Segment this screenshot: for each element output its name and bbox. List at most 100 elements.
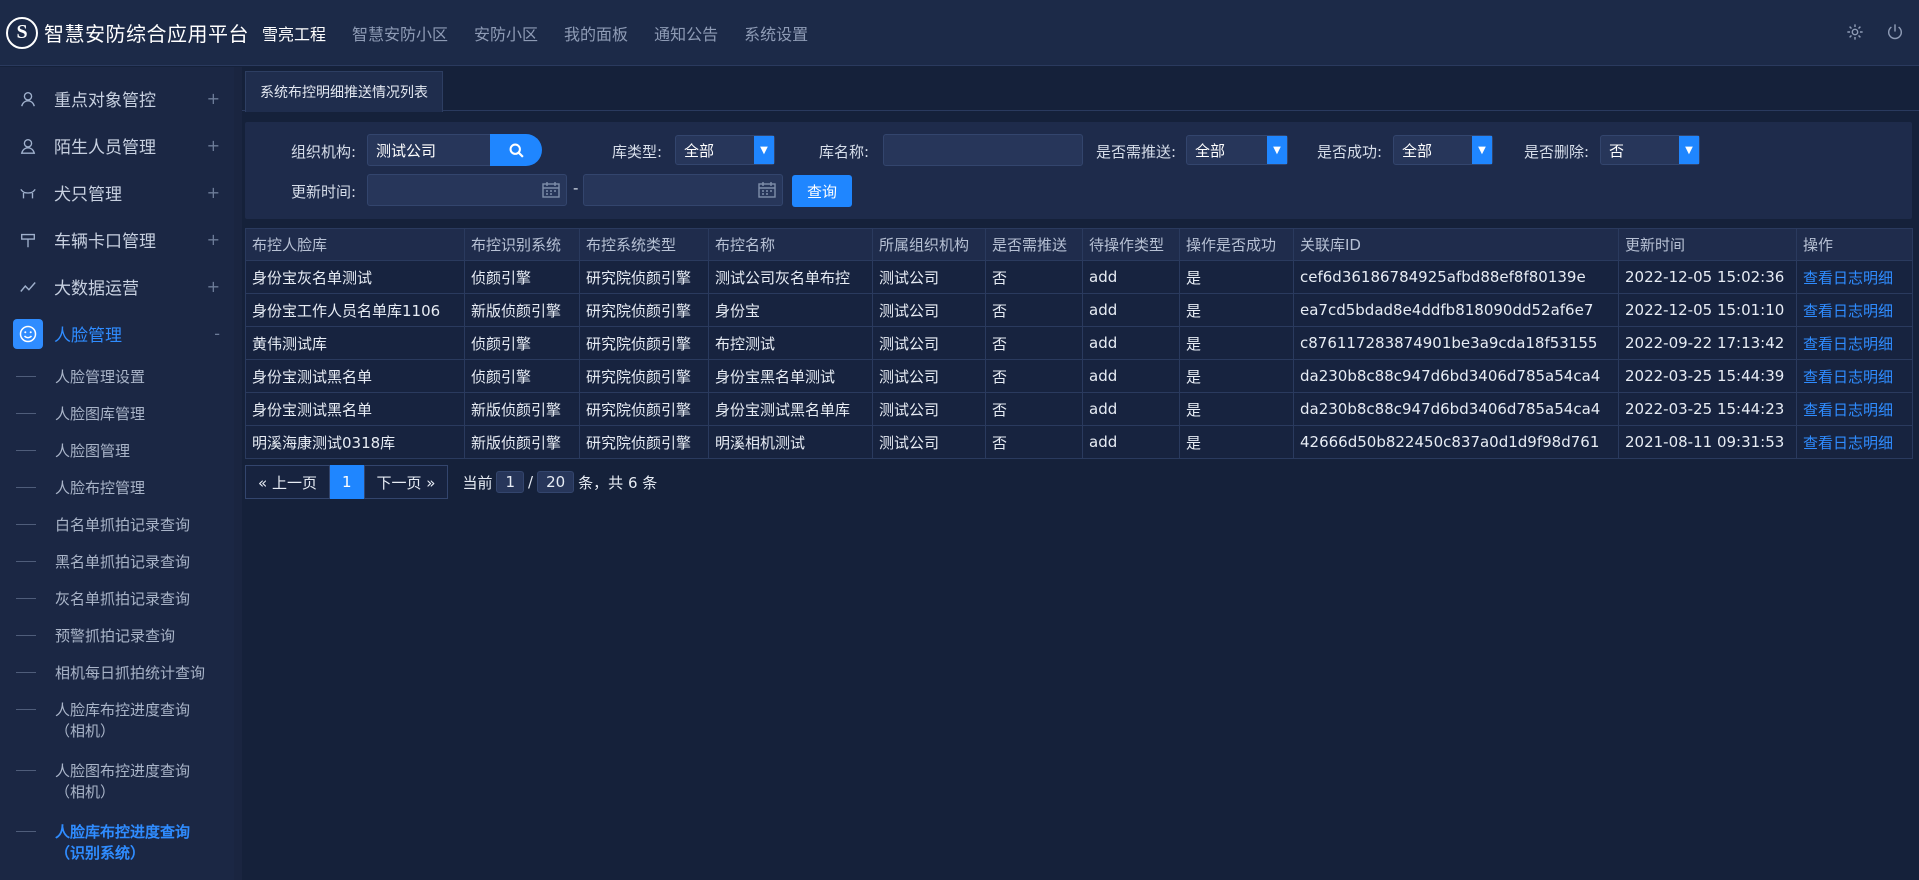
prev-page-button[interactable]: « 上一页 <box>245 465 330 499</box>
cell-system: 侦颜引擎 <box>464 326 580 360</box>
update-time-label: 更新时间: <box>291 183 357 201</box>
expand-icon: + <box>206 136 220 155</box>
table-row[interactable]: 身份宝测试黑名单 新版侦颜引擎 研究院侦颜引擎 身份宝测试黑名单库 测试公司 否… <box>245 392 1913 426</box>
sidebar-scrollbar[interactable] <box>234 67 242 880</box>
submenu-face-deploy[interactable]: 人脸布控管理 <box>0 468 234 505</box>
cell-system: 侦颜引擎 <box>464 260 580 294</box>
sidebar-item-face[interactable]: 人脸管理 - <box>0 310 234 357</box>
view-log-link[interactable]: 查看日志明细 <box>1796 359 1913 393</box>
cell-op-success: 是 <box>1179 392 1294 426</box>
cell-update-time: 2022-12-05 15:02:36 <box>1618 260 1797 294</box>
deleted-value: 否 <box>1609 141 1625 160</box>
nav-item-system-settings[interactable]: 系统设置 <box>744 21 808 45</box>
lib-name-label: 库名称: <box>819 143 870 161</box>
column-header[interactable]: 待操作类型 <box>1082 228 1180 261</box>
tab-push-detail-list[interactable]: 系统布控明细推送情况列表 <box>245 71 443 112</box>
person-icon <box>16 87 40 111</box>
submenu-library-progress-system[interactable]: 人脸库布控进度查询 （识别系统） <box>0 812 234 873</box>
cell-deploy-name: 身份宝黑名单测试 <box>708 359 873 393</box>
submenu-library-progress-camera[interactable]: 人脸库布控进度查询 （相机） <box>0 690 234 751</box>
view-log-link[interactable]: 查看日志明细 <box>1796 293 1913 327</box>
sidebar-item-label: 犬只管理 <box>54 185 122 205</box>
column-header[interactable]: 更新时间 <box>1618 228 1797 261</box>
dash-icon <box>16 672 36 673</box>
success-value: 全部 <box>1402 141 1433 160</box>
dash-icon <box>16 770 36 771</box>
cell-system: 侦颜引擎 <box>464 359 580 393</box>
view-log-link[interactable]: 查看日志明细 <box>1796 392 1913 426</box>
power-icon[interactable] <box>1883 20 1907 44</box>
query-button[interactable]: 查询 <box>792 175 852 207</box>
calendar-icon <box>542 182 560 202</box>
need-push-select[interactable]: 全部 ▼ <box>1186 135 1288 165</box>
submenu-label: 人脸图库管理 <box>55 405 146 423</box>
submenu-whitelist-query[interactable]: 白名单抓拍记录查询 <box>0 505 234 542</box>
nav-item-xueliang[interactable]: 雪亮工程 <box>262 21 326 45</box>
page-number-input[interactable]: 1 <box>496 471 525 493</box>
table-row[interactable]: 身份宝测试黑名单 侦颜引擎 研究院侦颜引擎 身份宝黑名单测试 测试公司 否 ad… <box>245 359 1913 393</box>
lib-name-input[interactable] <box>883 134 1083 166</box>
column-header[interactable]: 布控系统类型 <box>579 228 709 261</box>
table-row[interactable]: 明溪海康测试0318库 新版侦颜引擎 研究院侦颜引擎 明溪相机测试 测试公司 否… <box>245 425 1913 459</box>
sidebar-item-dog[interactable]: 犬只管理 + <box>0 169 234 216</box>
cell-update-time: 2022-03-25 15:44:23 <box>1618 392 1797 426</box>
submenu-image-progress-camera[interactable]: 人脸图布控进度查询 （相机） <box>0 751 234 812</box>
submenu-label: 人脸图布控进度查询 <box>55 762 191 780</box>
sidebar-item-stranger[interactable]: 陌生人员管理 + <box>0 122 234 169</box>
table-row[interactable]: 身份宝灰名单测试 侦颜引擎 研究院侦颜引擎 测试公司灰名单布控 测试公司 否 a… <box>245 260 1913 294</box>
view-log-link[interactable]: 查看日志明细 <box>1796 425 1913 459</box>
tab-bar: 系统布控明细推送情况列表 <box>242 67 1919 112</box>
deleted-select[interactable]: 否 ▼ <box>1600 135 1700 165</box>
column-header[interactable]: 布控识别系统 <box>464 228 580 261</box>
submenu-alert-query[interactable]: 预警抓拍记录查询 <box>0 616 234 653</box>
sidebar-item-bigdata[interactable]: 大数据运营 + <box>0 263 234 310</box>
next-page-button[interactable]: 下一页 » <box>363 465 449 499</box>
sidebar: 重点对象管控 + 陌生人员管理 + 犬只管理 + 车辆卡口管理 + 大数据运营 … <box>0 67 234 880</box>
column-header[interactable]: 操作 <box>1796 228 1913 261</box>
org-search-button[interactable] <box>490 134 542 166</box>
column-header[interactable]: 所属组织机构 <box>872 228 986 261</box>
sidebar-item-key-target[interactable]: 重点对象管控 + <box>0 75 234 122</box>
org-input[interactable]: 测试公司 <box>367 134 493 166</box>
column-header[interactable]: 操作是否成功 <box>1179 228 1294 261</box>
table-row[interactable]: 黄伟测试库 侦颜引擎 研究院侦颜引擎 布控测试 测试公司 否 add 是 c87… <box>245 326 1913 360</box>
submenu-camera-daily-stats[interactable]: 相机每日抓拍统计查询 <box>0 653 234 690</box>
expand-icon: + <box>206 183 220 202</box>
submenu-blacklist-query[interactable]: 黑名单抓拍记录查询 <box>0 542 234 579</box>
view-log-link[interactable]: 查看日志明细 <box>1796 260 1913 294</box>
success-select[interactable]: 全部 ▼ <box>1393 135 1493 165</box>
cell-library: 明溪海康测试0318库 <box>245 425 465 459</box>
lib-type-select[interactable]: 全部 ▼ <box>675 135 775 165</box>
submenu-graylist-query[interactable]: 灰名单抓拍记录查询 <box>0 579 234 616</box>
submenu-face-library[interactable]: 人脸图库管理 <box>0 394 234 431</box>
column-header[interactable]: 关联库ID <box>1293 228 1619 261</box>
sidebar-item-vehicle[interactable]: 车辆卡口管理 + <box>0 216 234 263</box>
submenu-label-suffix: （相机） <box>55 722 116 740</box>
page-1-button[interactable]: 1 <box>329 465 364 499</box>
cell-op-success: 是 <box>1179 260 1294 294</box>
cell-system-type: 研究院侦颜引擎 <box>579 392 709 426</box>
gear-icon[interactable] <box>1843 20 1867 44</box>
nav-item-notices[interactable]: 通知公告 <box>654 21 718 45</box>
cell-op-type: add <box>1082 392 1180 426</box>
submenu-label: 白名单抓拍记录查询 <box>55 516 191 534</box>
submenu-face-images[interactable]: 人脸图管理 <box>0 431 234 468</box>
dash-icon <box>16 413 36 414</box>
nav-item-smart-community[interactable]: 智慧安防小区 <box>352 21 448 45</box>
nav-item-security-community[interactable]: 安防小区 <box>474 21 538 45</box>
column-header[interactable]: 是否需推送 <box>985 228 1083 261</box>
column-header[interactable]: 布控名称 <box>708 228 873 261</box>
table-row[interactable]: 身份宝工作人员名单库1106 新版侦颜引擎 研究院侦颜引擎 身份宝 测试公司 否… <box>245 293 1913 327</box>
submenu-label: 人脸库布控进度查询 <box>55 823 191 841</box>
app-logo[interactable]: S 智慧安防综合应用平台 <box>0 16 252 49</box>
success-label: 是否成功: <box>1317 143 1383 161</box>
submenu-face-settings[interactable]: 人脸管理设置 <box>0 357 234 394</box>
page-size-input[interactable]: 20 <box>537 471 575 493</box>
start-date-input[interactable] <box>367 174 567 206</box>
cell-op-type: add <box>1082 326 1180 360</box>
nav-item-my-panel[interactable]: 我的面板 <box>564 21 628 45</box>
end-date-input[interactable] <box>583 174 783 206</box>
column-header[interactable]: 布控人脸库 <box>245 228 465 261</box>
submenu-label: 人脸图管理 <box>55 442 131 460</box>
view-log-link[interactable]: 查看日志明细 <box>1796 326 1913 360</box>
